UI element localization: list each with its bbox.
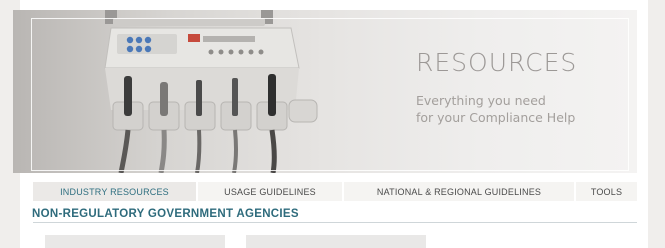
agency-card[interactable] bbox=[246, 235, 426, 248]
section-divider bbox=[33, 222, 637, 223]
section-title: NON-REGULATORY GOVERNMENT AGENCIES bbox=[32, 208, 299, 220]
agency-card[interactable] bbox=[45, 235, 225, 248]
tab-usage-guidelines[interactable]: USAGE GUIDELINES bbox=[198, 182, 344, 201]
tab-industry-resources[interactable]: INDUSTRY RESOURCES bbox=[33, 182, 198, 201]
hero-subtitle: Everything you need for your Compliance … bbox=[416, 92, 626, 126]
hero-subtitle-line1: Everything you need bbox=[416, 93, 546, 108]
tab-tools[interactable]: TOOLS bbox=[576, 182, 637, 201]
hero-banner: RESOURCES Everything you need for your C… bbox=[13, 10, 637, 173]
hero-title: RESOURCES bbox=[416, 48, 578, 77]
resource-tabs: INDUSTRY RESOURCES USAGE GUIDELINES NATI… bbox=[33, 182, 637, 201]
tab-national-regional-guidelines[interactable]: NATIONAL & REGIONAL GUIDELINES bbox=[344, 182, 576, 201]
hero-subtitle-line2: for your Compliance Help bbox=[416, 110, 576, 125]
